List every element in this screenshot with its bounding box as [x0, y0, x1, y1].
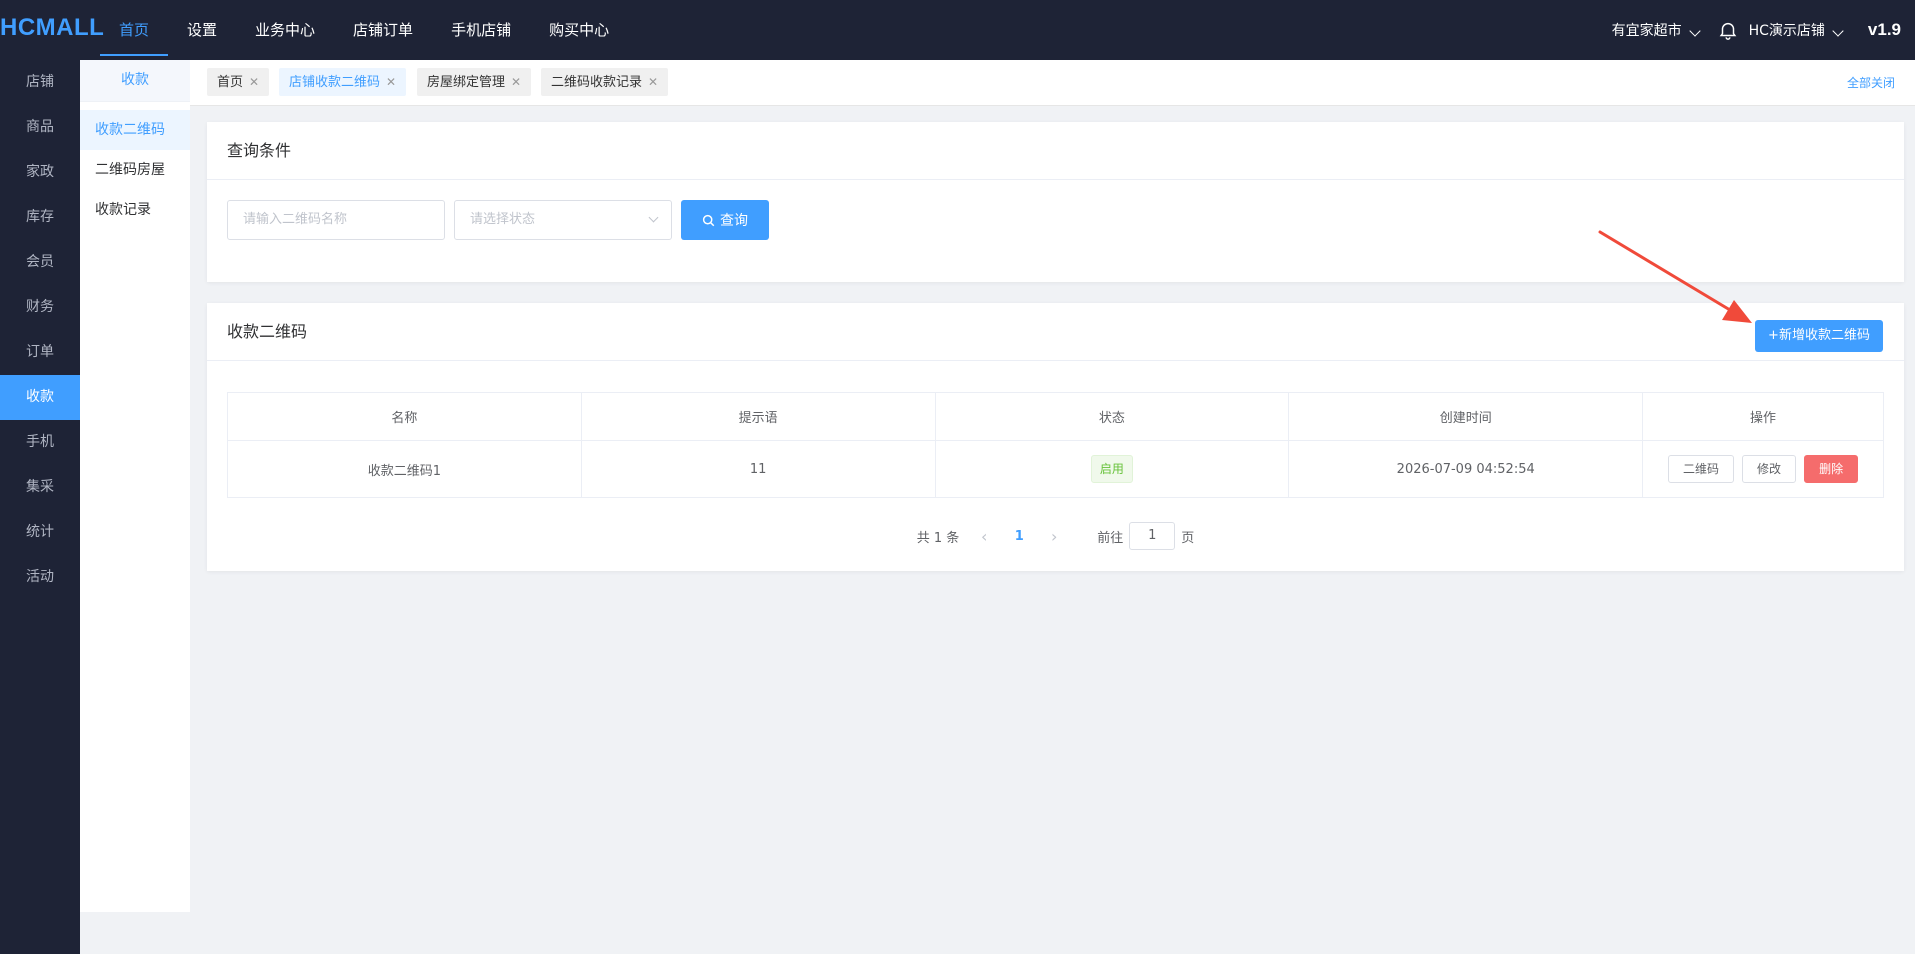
chevron-down-icon [1688, 25, 1701, 37]
cell-status: 启用 [934, 440, 1290, 498]
list-card-title: 收款二维码 [207, 303, 1904, 361]
tag-label: 首页 [217, 75, 244, 90]
topnav-purchase-center[interactable]: 购买中心 [530, 0, 628, 60]
qrcode-button[interactable]: 二维码 [1668, 455, 1735, 483]
tag-label: 房屋绑定管理 [427, 75, 506, 90]
tags-bar: 首页 ✕ 店铺收款二维码 ✕ 房屋绑定管理 ✕ 二维码收款记录 ✕ 全部关闭 [190, 60, 1915, 106]
column-header-created: 创建时间 [1288, 392, 1644, 441]
pager-goto-input[interactable]: 1 [1129, 522, 1176, 550]
topnav-mobile-shop[interactable]: 手机店铺 [432, 0, 530, 60]
close-all-tags-link[interactable]: 全部关闭 [1847, 74, 1895, 91]
close-icon[interactable]: ✕ [511, 68, 521, 96]
submenu-item-payment-records[interactable]: 收款记录 [80, 190, 190, 230]
tag-label: 二维码收款记录 [551, 75, 643, 90]
query-card-title: 查询条件 [207, 122, 1904, 180]
qrcode-table: 名称 提示语 状态 创建时间 操作 收款二维码1 11 启用 2026-07-0… [227, 392, 1884, 498]
topnav-settings[interactable]: 设置 [168, 0, 236, 60]
table-header-row: 名称 提示语 状态 创建时间 操作 [227, 392, 1884, 441]
edit-button[interactable]: 修改 [1742, 455, 1797, 483]
close-icon[interactable]: ✕ [249, 68, 259, 96]
query-card: 查询条件 请输入二维码名称 请选择状态 查询 [207, 122, 1904, 282]
sub-menu: 收款 收款二维码 二维码房屋 收款记录 [80, 60, 190, 912]
next-page-icon[interactable]: › [1039, 527, 1069, 546]
submenu-title: 收款 [80, 60, 190, 102]
cell-actions: 二维码 修改 删除 [1642, 440, 1884, 498]
table-row: 收款二维码1 11 启用 2026-07-09 04:52:54 二维码 修改 删除 [227, 440, 1884, 498]
bell-icon[interactable] [1717, 19, 1739, 41]
delete-button[interactable]: 删除 [1804, 455, 1859, 483]
sidebar-item-goods[interactable]: 商品 [0, 105, 80, 150]
pager-page-current[interactable]: 1 [999, 529, 1039, 544]
sidebar-item-group-purchase[interactable]: 集采 [0, 465, 80, 510]
tag-house-binding[interactable]: 房屋绑定管理 ✕ [417, 68, 532, 96]
sidebar-item-mobile[interactable]: 手机 [0, 420, 80, 465]
topnav-business-center[interactable]: 业务中心 [236, 0, 334, 60]
pager-goto-label: 前往 [1097, 530, 1124, 546]
close-icon[interactable]: ✕ [386, 68, 396, 96]
chevron-down-icon [1832, 25, 1844, 37]
cell-created: 2026-07-09 04:52:54 [1288, 440, 1644, 498]
cell-tip: 11 [580, 440, 936, 498]
status-select[interactable]: 请选择状态 [454, 200, 672, 240]
sidebar-item-inventory[interactable]: 库存 [0, 195, 80, 240]
status-select-placeholder: 请选择状态 [470, 212, 536, 227]
submenu-item-payment-qrcode[interactable]: 收款二维码 [80, 110, 190, 150]
sidebar-item-statistics[interactable]: 统计 [0, 510, 80, 555]
top-right-tools: 有宜家超市 HC演示店铺 v1.9 [1612, 0, 1901, 60]
pager-page-unit: 页 [1181, 530, 1195, 546]
sidebar-item-payment[interactable]: 收款 [0, 375, 80, 420]
version-label: v1.9 [1867, 20, 1901, 39]
pager-total: 共 1 条 [916, 530, 960, 546]
tag-home[interactable]: 首页 ✕ [207, 68, 270, 96]
tag-shop-payment-qrcode[interactable]: 店铺收款二维码 ✕ [279, 68, 407, 96]
column-header-actions: 操作 [1642, 392, 1884, 441]
column-header-tip: 提示语 [580, 392, 936, 441]
store-select[interactable]: 有宜家超市 [1612, 20, 1707, 40]
sidebar-item-housekeeping[interactable]: 家政 [0, 150, 80, 195]
main-sidebar: 店铺 商品 家政 库存 会员 财务 订单 收款 手机 集采 统计 活动 [0, 60, 80, 954]
column-header-name: 名称 [227, 392, 582, 441]
chevron-down-icon [648, 212, 659, 223]
shop-select-label: HC演示店铺 [1748, 23, 1825, 39]
brand-logo[interactable]: HCMALL [0, 14, 104, 42]
topnav-shop-orders[interactable]: 店铺订单 [334, 0, 432, 60]
tag-qrcode-payment-records[interactable]: 二维码收款记录 ✕ [541, 68, 669, 96]
store-select-label: 有宜家超市 [1611, 23, 1682, 39]
tag-label: 店铺收款二维码 [289, 75, 381, 90]
search-icon [702, 214, 715, 226]
column-header-status: 状态 [934, 392, 1290, 441]
search-button[interactable]: 查询 [681, 200, 769, 240]
qrcode-list-card: 收款二维码 +新增收款二维码 名称 提示语 状态 创建时间 操作 收款二维码1 … [207, 303, 1904, 571]
sidebar-item-orders[interactable]: 订单 [0, 330, 80, 375]
top-nav: 首页 设置 业务中心 店铺订单 手机店铺 购买中心 [100, 0, 628, 60]
pagination: 共 1 条 ‹ 1 › 前往 1 页 [207, 521, 1904, 551]
sidebar-item-activities[interactable]: 活动 [0, 555, 80, 600]
sidebar-item-members[interactable]: 会员 [0, 240, 80, 285]
cell-name: 收款二维码1 [227, 440, 582, 498]
qrcode-name-input[interactable]: 请输入二维码名称 [227, 200, 445, 240]
topnav-home[interactable]: 首页 [100, 0, 169, 60]
prev-page-icon[interactable]: ‹ [969, 527, 999, 546]
top-navbar: HCMALL 首页 设置 业务中心 店铺订单 手机店铺 购买中心 有宜家超市 H… [0, 0, 1915, 60]
sidebar-item-store[interactable]: 店铺 [0, 60, 80, 105]
add-qrcode-button[interactable]: +新增收款二维码 [1755, 320, 1883, 352]
shop-select[interactable]: HC演示店铺 [1749, 20, 1850, 40]
search-button-label: 查询 [720, 213, 748, 229]
status-badge: 启用 [1090, 455, 1133, 483]
close-icon[interactable]: ✕ [648, 68, 658, 96]
sidebar-item-finance[interactable]: 财务 [0, 285, 80, 330]
submenu-item-qrcode-house[interactable]: 二维码房屋 [80, 150, 190, 190]
